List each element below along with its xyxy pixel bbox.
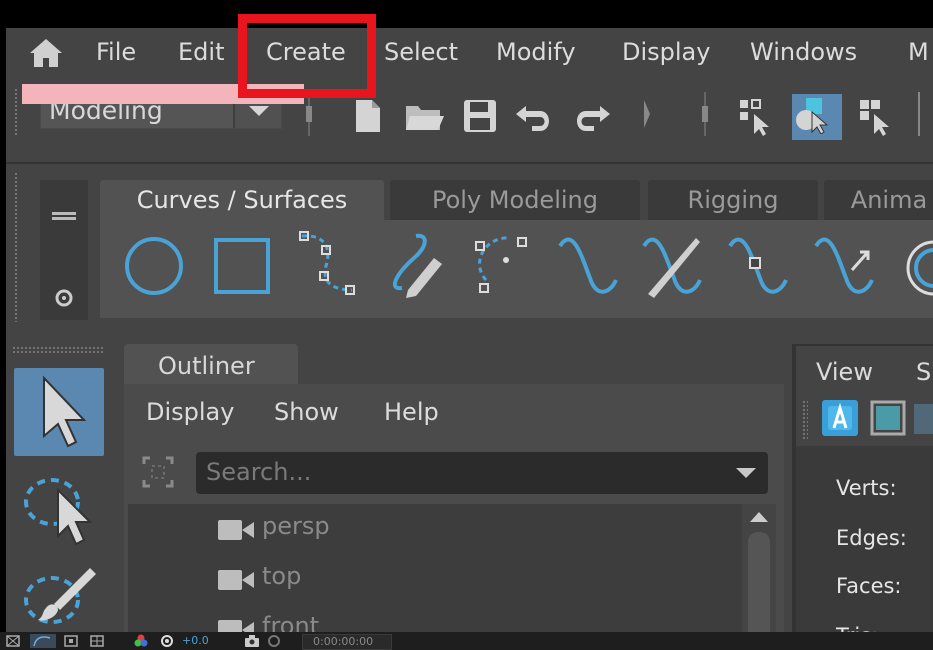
gear-icon[interactable] xyxy=(52,286,76,310)
offset-value: +0.0 xyxy=(182,634,209,647)
lasso-tool-icon[interactable] xyxy=(14,462,104,550)
snap-point-icon[interactable] xyxy=(64,635,78,647)
redo-icon[interactable] xyxy=(572,96,612,136)
viewport-menu-view[interactable]: View xyxy=(816,358,873,386)
menu-bar: File Edit Create Select Modify Display W… xyxy=(6,28,933,78)
chevron-down-icon[interactable] xyxy=(732,460,760,486)
snap-view-plane-icon[interactable] xyxy=(90,635,104,647)
time-field[interactable]: 0:00:00:00 xyxy=(302,634,392,650)
offset-curve-icon[interactable] xyxy=(894,224,933,304)
grid-icon[interactable] xyxy=(914,404,933,434)
shelf-icon-row xyxy=(100,220,933,318)
insert-knot-icon[interactable] xyxy=(722,224,794,304)
filter-icon[interactable] xyxy=(140,454,176,490)
home-icon[interactable] xyxy=(26,36,66,70)
camera-icon[interactable] xyxy=(244,634,260,648)
shelf-side-panel xyxy=(40,180,88,320)
nurbs-circle-icon[interactable] xyxy=(118,224,190,304)
menu-more[interactable]: M xyxy=(908,38,929,66)
rotate-icon[interactable] xyxy=(160,634,174,648)
select-by-component-icon[interactable] xyxy=(856,96,896,136)
tab-rigging[interactable]: Rigging xyxy=(648,180,818,220)
select-tool-icon[interactable] xyxy=(14,368,104,456)
undo-icon[interactable] xyxy=(514,96,554,136)
viewport-panel: View Sh Verts: Edges: Faces: Tris: xyxy=(792,344,933,632)
status-bar: +0.0 0:00:00:00 xyxy=(0,632,933,650)
curve-tool-icon[interactable] xyxy=(552,224,624,304)
toolbox xyxy=(6,340,118,632)
viewport-menu-shading[interactable]: Sh xyxy=(916,358,933,386)
divider xyxy=(916,92,922,136)
menu-file[interactable]: File xyxy=(96,38,136,66)
toolbox-grip[interactable] xyxy=(12,346,104,354)
new-scene-icon[interactable] xyxy=(348,96,388,136)
item-label: front xyxy=(262,612,320,632)
pencil-curve-tool-icon[interactable] xyxy=(378,224,450,304)
outliner-list: persp top front xyxy=(128,504,742,632)
search-placeholder: Search... xyxy=(206,458,312,486)
divider xyxy=(306,92,312,136)
outliner-menu-display[interactable]: Display xyxy=(146,398,234,426)
rgb-channels-icon[interactable] xyxy=(134,634,148,648)
tab-animation[interactable]: Anima xyxy=(824,180,933,220)
heads-up-display: Verts: Edges: Faces: Tris: xyxy=(796,446,933,632)
camera-icon xyxy=(218,570,254,590)
stat-edges: Edges: xyxy=(836,526,907,550)
menu-windows[interactable]: Windows xyxy=(750,38,857,66)
scroll-up-icon[interactable] xyxy=(748,510,770,524)
menu-icon[interactable] xyxy=(52,210,76,222)
camera-icon xyxy=(218,620,254,632)
cv-curve-tool-icon[interactable] xyxy=(290,224,362,304)
save-icon[interactable] xyxy=(460,96,500,136)
nurbs-square-icon[interactable] xyxy=(204,224,276,304)
menu-select[interactable]: Select xyxy=(384,38,458,66)
snap-curve-icon[interactable] xyxy=(30,634,56,648)
maya-window: File Edit Create Select Modify Display W… xyxy=(6,28,933,632)
outliner-panel: Outliner Display Show Help Search... per… xyxy=(124,344,784,632)
scrollbar[interactable] xyxy=(742,504,776,632)
extend-curve-icon[interactable] xyxy=(808,224,880,304)
font-a-icon[interactable] xyxy=(822,400,858,436)
frame-icon[interactable] xyxy=(870,400,906,436)
snap-grid-icon[interactable] xyxy=(6,635,20,647)
paint-select-tool-icon[interactable] xyxy=(14,550,104,632)
camera-icon xyxy=(218,520,254,540)
outliner-menu-help[interactable]: Help xyxy=(384,398,439,426)
highlight-box xyxy=(238,14,376,98)
select-by-hierarchy-icon[interactable] xyxy=(736,96,776,136)
menu-modify[interactable]: Modify xyxy=(496,38,576,66)
open-folder-icon[interactable] xyxy=(404,96,444,136)
stat-faces: Faces: xyxy=(836,574,902,598)
stat-verts: Verts: xyxy=(836,476,897,500)
panel-grip[interactable] xyxy=(802,400,808,440)
render-settings-icon[interactable] xyxy=(266,634,282,648)
tab-poly-modeling[interactable]: Poly Modeling xyxy=(390,180,640,220)
shelf-grip[interactable] xyxy=(14,172,18,322)
outliner-menu-show[interactable]: Show xyxy=(274,398,339,426)
stat-tris: Tris: xyxy=(836,624,878,632)
outliner-body: Display Show Help Search... persp top fr… xyxy=(124,384,784,632)
divider xyxy=(702,92,708,136)
search-input[interactable]: Search... xyxy=(196,452,768,494)
toolbar-grip[interactable] xyxy=(14,88,18,136)
tab-curves-surfaces[interactable]: Curves / Surfaces xyxy=(100,180,384,220)
menu-display[interactable]: Display xyxy=(622,38,710,66)
three-point-arc-icon[interactable] xyxy=(466,224,538,304)
collapse-arrow-icon[interactable] xyxy=(644,92,650,136)
item-label: top xyxy=(262,562,302,590)
menu-edit[interactable]: Edit xyxy=(178,38,224,66)
outliner-tab[interactable]: Outliner xyxy=(124,344,298,386)
select-by-object-icon[interactable] xyxy=(792,94,842,140)
shelf: Curves / Surfaces Poly Modeling Rigging … xyxy=(6,162,933,332)
item-label: persp xyxy=(262,512,330,540)
scrollbar-thumb[interactable] xyxy=(748,532,770,632)
edit-curve-tool-icon[interactable] xyxy=(636,224,708,304)
